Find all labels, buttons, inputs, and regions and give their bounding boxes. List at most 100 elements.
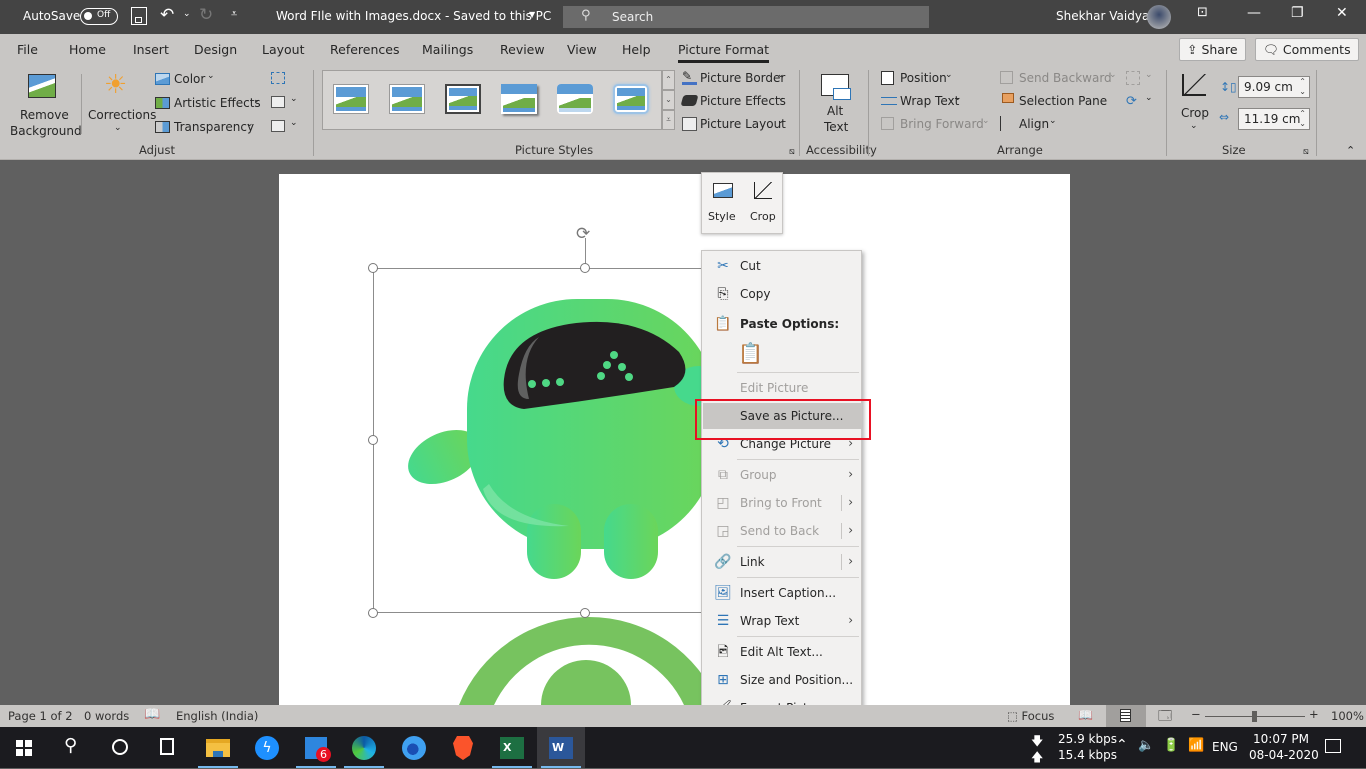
- picture-border-button[interactable]: ✎ Picture Border ⌄: [681, 70, 791, 88]
- tab-insert[interactable]: Insert: [133, 42, 169, 57]
- rotate-icon[interactable]: ⟳: [1126, 94, 1137, 109]
- comments-button[interactable]: 🗨 Comments: [1255, 38, 1359, 61]
- zoom-in-button[interactable]: +: [1309, 707, 1319, 721]
- menu-item-copy[interactable]: ⎘ Copy: [703, 281, 861, 307]
- clock-time[interactable]: 10:07 PM: [1253, 732, 1309, 746]
- width-field[interactable]: 11.19 cm ⌃ ⌄: [1238, 108, 1310, 130]
- align-button[interactable]: Align ⌄: [999, 116, 1079, 134]
- resize-handle-tl[interactable]: [368, 263, 378, 273]
- color-button[interactable]: Color ⌄: [155, 71, 265, 89]
- gallery-scroll-down[interactable]: ⌄: [662, 90, 675, 110]
- input-language[interactable]: ENG: [1212, 740, 1238, 754]
- picture-style-5[interactable]: [557, 84, 593, 114]
- tab-design[interactable]: Design: [194, 42, 237, 57]
- excel-button[interactable]: X: [488, 727, 536, 768]
- reset-picture-icon[interactable]: [271, 120, 285, 132]
- picture-style-2[interactable]: [389, 84, 425, 114]
- language[interactable]: English (India): [176, 709, 258, 723]
- alt-text-button[interactable]: Alt Text: [807, 68, 863, 140]
- collapse-ribbon-icon[interactable]: ⌃: [1346, 144, 1355, 157]
- gallery-more[interactable]: ⩡: [662, 110, 675, 130]
- style-button[interactable]: Style: [708, 177, 742, 231]
- menu-item-cut[interactable]: ✂ Cut: [703, 253, 861, 279]
- clock-date[interactable]: 08-04-2020: [1249, 748, 1319, 762]
- menu-item-wrap-text[interactable]: ☰ Wrap Text ›: [703, 608, 861, 634]
- start-button[interactable]: [0, 727, 48, 768]
- position-button[interactable]: Position ⌄: [881, 70, 981, 88]
- picture-styles-launcher-icon[interactable]: ⧅: [789, 147, 795, 157]
- tab-file[interactable]: File: [17, 42, 38, 57]
- ribbon-display-options-icon[interactable]: ⊡: [1197, 5, 1208, 20]
- picture-style-4[interactable]: [501, 84, 537, 114]
- gallery-scroll-up[interactable]: ⌃: [662, 70, 675, 90]
- show-hidden-icons[interactable]: ⌃: [1116, 737, 1128, 753]
- action-center-icon[interactable]: [1325, 739, 1341, 753]
- brave-button[interactable]: [439, 727, 487, 768]
- close-icon[interactable]: ✕: [1336, 5, 1348, 21]
- width-spinner[interactable]: ⌃ ⌄: [1299, 109, 1306, 129]
- focus-button[interactable]: ⬚ Focus: [1007, 709, 1054, 723]
- minimize-icon[interactable]: —: [1247, 5, 1261, 21]
- volume-icon[interactable]: 🔈: [1138, 738, 1154, 753]
- word-button[interactable]: W: [537, 727, 585, 768]
- search-box[interactable]: ⚲ Search: [563, 6, 929, 28]
- task-view-button[interactable]: [144, 727, 192, 768]
- menu-item-link[interactable]: 🔗 Link ›: [703, 549, 861, 575]
- resize-handle-t[interactable]: [580, 263, 590, 273]
- whatsapp-button[interactable]: 6: [292, 727, 340, 768]
- wrap-text-button[interactable]: Wrap Text ⌄: [881, 93, 981, 111]
- user-name[interactable]: Shekhar Vaidya: [1056, 9, 1149, 23]
- tab-review[interactable]: Review: [500, 42, 545, 57]
- share-button[interactable]: ⇪ Share: [1179, 38, 1246, 61]
- height-field[interactable]: 9.09 cm ⌃ ⌄: [1238, 76, 1310, 98]
- title-dropdown-icon[interactable]: ▼: [529, 10, 535, 19]
- size-launcher-icon[interactable]: ⧅: [1303, 147, 1309, 157]
- firefox-button[interactable]: [390, 727, 438, 768]
- tab-picture-format[interactable]: Picture Format: [678, 42, 770, 63]
- zoom-slider-thumb[interactable]: [1252, 711, 1257, 722]
- tab-layout[interactable]: Layout: [262, 42, 305, 57]
- picture-style-1[interactable]: [333, 84, 369, 114]
- tab-view[interactable]: View: [567, 42, 597, 57]
- tab-mailings[interactable]: Mailings: [422, 42, 473, 57]
- word-count[interactable]: 0 words: [84, 709, 129, 723]
- remove-background-button[interactable]: Remove Background: [4, 68, 82, 140]
- page-count[interactable]: Page 1 of 2: [8, 709, 73, 723]
- read-mode-icon[interactable]: 📖: [1078, 708, 1093, 722]
- picture-layout-button[interactable]: Picture Layout ⌄: [681, 116, 791, 134]
- menu-item-size-and-position[interactable]: ⊞ Size and Position...: [703, 667, 861, 693]
- crop-button[interactable]: Crop ⌄: [1173, 68, 1215, 140]
- restore-icon[interactable]: ❐: [1291, 5, 1304, 21]
- selection-pane-button[interactable]: Selection Pane: [999, 93, 1109, 111]
- rotate-handle-icon[interactable]: ⟳: [576, 224, 590, 244]
- height-spinner[interactable]: ⌃ ⌄: [1299, 77, 1306, 97]
- web-layout-icon[interactable]: 🗔: [1158, 707, 1172, 729]
- proofing-icon[interactable]: 📖: [144, 707, 160, 722]
- artistic-effects-button[interactable]: Artistic Effects ⌄: [155, 95, 265, 113]
- resize-handle-l[interactable]: [368, 435, 378, 445]
- file-explorer-button[interactable]: [194, 727, 242, 768]
- taskbar-search-button[interactable]: ⚲: [48, 727, 96, 768]
- tab-references[interactable]: References: [330, 42, 399, 57]
- transparency-button[interactable]: Transparency ⌄: [155, 119, 265, 137]
- undo-icon[interactable]: ↶: [160, 5, 174, 25]
- edge-button[interactable]: [340, 727, 388, 768]
- customize-qat-icon[interactable]: ⩡: [231, 7, 237, 21]
- battery-icon[interactable]: 🔋: [1163, 738, 1179, 753]
- menu-item-insert-caption[interactable]: 🖼 Insert Caption...: [703, 580, 861, 606]
- save-icon[interactable]: [131, 7, 147, 25]
- cortana-button[interactable]: [96, 727, 144, 768]
- menu-item-edit-alt-text[interactable]: 🖻 Edit Alt Text...: [703, 639, 861, 665]
- compress-pictures-icon[interactable]: [271, 72, 285, 84]
- user-avatar[interactable]: [1147, 5, 1171, 29]
- tab-help[interactable]: Help: [622, 42, 651, 57]
- undo-dropdown-icon[interactable]: ⌄: [183, 9, 191, 19]
- messenger-button[interactable]: ϟ: [243, 727, 291, 768]
- corrections-button[interactable]: ☀ Corrections ⌄: [86, 68, 156, 140]
- picture-effects-button[interactable]: Picture Effects ⌄: [680, 93, 791, 111]
- resize-handle-bl[interactable]: [368, 608, 378, 618]
- picture-styles-gallery[interactable]: [322, 70, 662, 130]
- picture-style-6[interactable]: [613, 84, 649, 114]
- paste-keep-source-button[interactable]: 📋: [738, 341, 763, 367]
- autosave-toggle[interactable]: Off: [80, 8, 118, 25]
